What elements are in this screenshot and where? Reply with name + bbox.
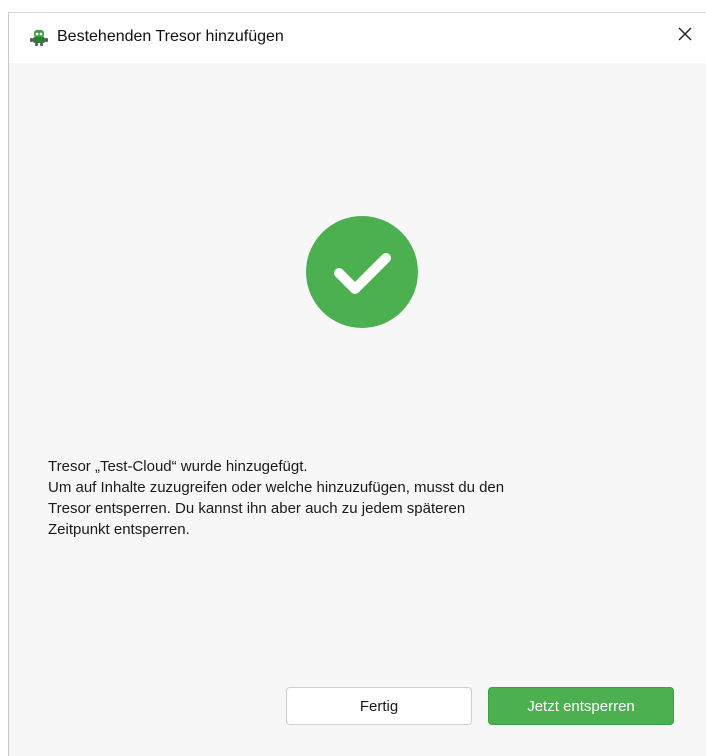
unlock-now-button[interactable]: Jetzt entsperren	[488, 687, 674, 725]
close-button[interactable]	[670, 21, 700, 51]
message-line: Tresor entsperren. Du kannst ihn aber au…	[48, 500, 466, 517]
done-button[interactable]: Fertig	[286, 687, 472, 725]
cryptomator-bot-icon	[29, 27, 49, 47]
check-circle-icon	[306, 216, 418, 328]
dialog-content: Tresor „Test-Cloud“ wurde hinzugefügt. U…	[9, 63, 706, 756]
dialog-window: Bestehenden Tresor hinzufügen Tresor „Te…	[0, 0, 706, 756]
success-message: Tresor „Test-Cloud“ wurde hinzugefügt. U…	[48, 456, 668, 540]
message-line: Tresor „Test-Cloud“ wurde hinzugefügt.	[48, 458, 308, 475]
close-icon	[677, 26, 693, 47]
window-top-margin	[0, 0, 706, 12]
title-bar[interactable]: Bestehenden Tresor hinzufügen	[9, 13, 706, 63]
window-title: Bestehenden Tresor hinzufügen	[57, 28, 284, 45]
message-line: Zeitpunkt entsperren.	[48, 521, 190, 538]
message-line: Um auf Inhalte zuzugreifen oder welche h…	[48, 479, 505, 496]
